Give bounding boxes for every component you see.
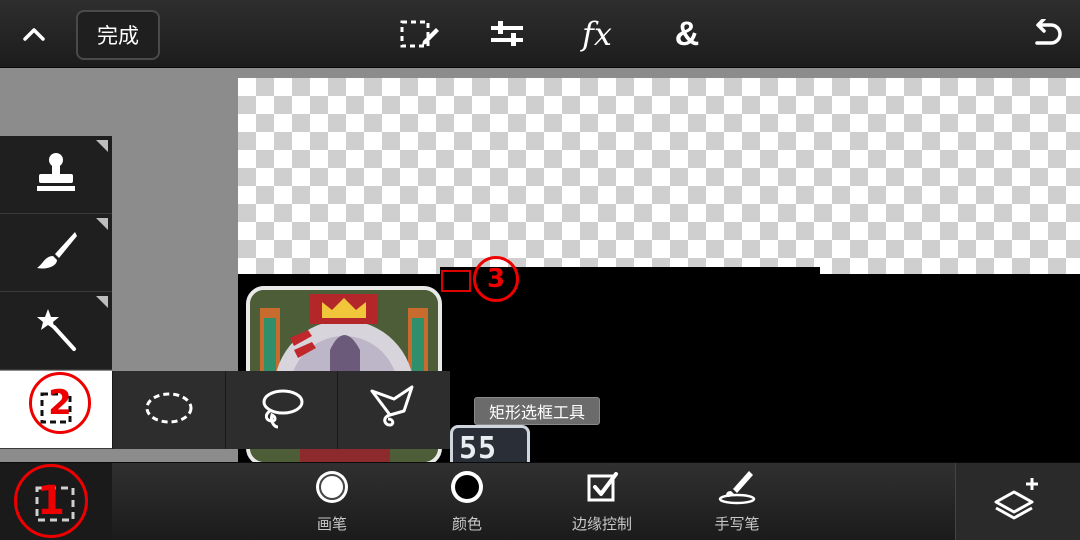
edge-control-label: 边缘控制: [571, 515, 632, 533]
brush-settings-button[interactable]: 画笔: [277, 469, 387, 537]
lasso-icon: [256, 387, 306, 433]
color-button[interactable]: 颜色: [412, 469, 522, 537]
annotation-box-3: [441, 270, 471, 292]
selection-submenu: [112, 371, 450, 449]
workspace-margin: [238, 68, 1080, 78]
annotation-2: 2: [29, 372, 91, 434]
level-number: 55: [459, 431, 498, 466]
polygon-lasso-icon: [368, 385, 420, 435]
polygon-lasso-button[interactable]: [337, 371, 450, 449]
magic-wand-tool[interactable]: [0, 292, 112, 370]
stamp-icon: [33, 152, 79, 198]
blend-icon[interactable]: &: [666, 12, 708, 56]
brush-size-icon: [314, 469, 350, 509]
checkbox-checked-icon: [584, 469, 620, 509]
top-toolbar: 完成 fx &: [0, 0, 1080, 68]
submenu-indicator: [96, 140, 108, 152]
stylus-button[interactable]: 手写笔: [682, 469, 792, 537]
chevron-up-icon[interactable]: [14, 14, 54, 54]
layers-add-icon: [994, 476, 1042, 528]
undo-icon[interactable]: [1024, 14, 1068, 54]
color-label: 颜色: [451, 515, 482, 533]
layers-button[interactable]: [955, 463, 1080, 540]
submenu-indicator: [96, 296, 108, 308]
color-swatch-icon: [449, 469, 485, 509]
stylus-icon: [717, 469, 757, 509]
ellipse-select-icon: [144, 390, 194, 430]
brush-tool[interactable]: [0, 214, 112, 292]
stamp-tool[interactable]: [0, 136, 112, 214]
lasso-select-button[interactable]: [224, 371, 338, 449]
bottom-toolbar: 画笔 颜色 边缘控制 手写笔: [0, 462, 1080, 540]
brush-label: 画笔: [316, 515, 347, 533]
fx-icon[interactable]: fx: [574, 12, 620, 56]
annotation-1: 1: [14, 464, 88, 538]
submenu-indicator: [96, 218, 108, 230]
selection-edit-icon[interactable]: [397, 14, 441, 54]
annotation-3: 3: [473, 256, 519, 302]
ellipse-select-button[interactable]: [112, 371, 225, 449]
stylus-label: 手写笔: [714, 515, 760, 533]
tool-tooltip: 矩形选框工具: [474, 397, 601, 425]
transparent-canvas[interactable]: [238, 78, 1080, 274]
edge-control-button[interactable]: 边缘控制: [547, 469, 657, 537]
brush-icon: [33, 228, 79, 278]
done-button[interactable]: 完成: [76, 10, 160, 60]
adjustments-icon[interactable]: [487, 14, 527, 54]
magic-wand-icon: [32, 305, 80, 357]
